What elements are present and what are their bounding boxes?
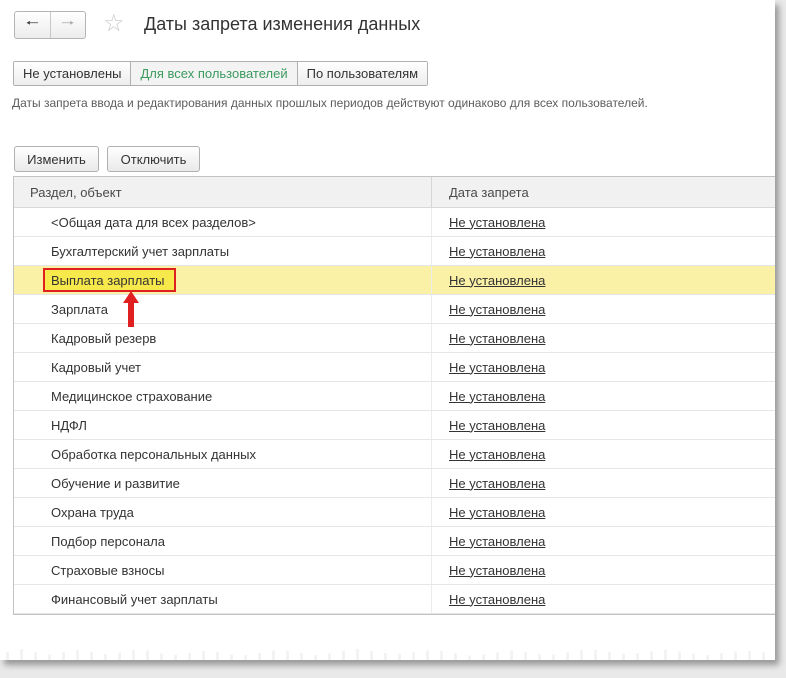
page-title: Даты запрета изменения данных (144, 14, 421, 34)
section-cell: Кадровый резерв (14, 324, 432, 352)
table-row[interactable]: НДФЛ Не установлена (14, 411, 775, 440)
table-row[interactable]: Обучение и развитие Не установлена (14, 469, 775, 498)
tab-by-users[interactable]: По пользователям (296, 62, 428, 85)
section-cell: <Общая дата для всех разделов> (14, 208, 432, 236)
table-row[interactable]: Подбор персонала Не установлена (14, 527, 775, 556)
section-cell: Зарплата (14, 295, 432, 323)
date-link[interactable]: Не установлена (432, 556, 545, 584)
section-cell: Бухгалтерский учет зарплаты (14, 237, 432, 265)
date-link[interactable]: Не установлена (432, 324, 545, 352)
section-label: Выплата зарплаты (51, 272, 165, 288)
date-link[interactable]: Не установлена (432, 498, 545, 526)
date-link[interactable]: Не установлена (432, 353, 545, 381)
section-cell: Выплата зарплаты (14, 266, 432, 294)
section-cell: Подбор персонала (14, 527, 432, 555)
section-cell: Обучение и развитие (14, 469, 432, 497)
forward-button[interactable]: 🠒 (49, 12, 86, 38)
disable-button[interactable]: Отключить (107, 146, 200, 172)
description-text: Даты запрета ввода и редактирования данн… (12, 96, 648, 110)
section-cell: Финансовый учет зарплаты (14, 585, 432, 613)
table-row[interactable]: Кадровый резерв Не установлена (14, 324, 775, 353)
section-cell: НДФЛ (14, 411, 432, 439)
date-link[interactable]: Не установлена (432, 440, 545, 468)
table-row[interactable]: <Общая дата для всех разделов> Не устано… (14, 208, 775, 237)
section-cell: Обработка персональных данных (14, 440, 432, 468)
date-link[interactable]: Не установлена (432, 585, 545, 613)
table-row[interactable]: Страховые взносы Не установлена (14, 556, 775, 585)
section-cell: Медицинское страхование (14, 382, 432, 410)
date-link[interactable]: Не установлена (432, 295, 545, 323)
table-row[interactable]: Медицинское страхование Не установлена (14, 382, 775, 411)
section-cell: Кадровый учет (14, 353, 432, 381)
table-row[interactable]: Финансовый учет зарплаты Не установлена (14, 585, 775, 614)
date-link[interactable]: Не установлена (432, 469, 545, 497)
back-button[interactable]: 🠐 (15, 12, 50, 38)
table-row[interactable]: Кадровый учет Не установлена (14, 353, 775, 382)
table-row[interactable]: Охрана труда Не установлена (14, 498, 775, 527)
date-link[interactable]: Не установлена (432, 411, 545, 439)
dates-table: Раздел, объект Дата запрета <Общая дата … (13, 176, 775, 615)
tab-not-set[interactable]: Не установлены (14, 62, 131, 85)
tab-bar: Не установлены Для всех пользователей По… (13, 61, 429, 86)
navigation-buttons: 🠐 🠒 (14, 11, 86, 39)
section-cell: Охрана труда (14, 498, 432, 526)
table-row[interactable]: Обработка персональных данных Не установ… (14, 440, 775, 469)
table-row[interactable]: Бухгалтерский учет зарплаты Не установле… (14, 237, 775, 266)
red-arrow-icon (123, 291, 139, 327)
column-header-date[interactable]: Дата запрета (432, 177, 529, 207)
date-link[interactable]: Не установлена (432, 382, 545, 410)
window: 🠐 🠒 ☆ Даты запрета изменения данных Не у… (0, 0, 775, 660)
date-link[interactable]: Не установлена (432, 237, 545, 265)
date-link[interactable]: Не установлена (432, 266, 545, 294)
column-header-section[interactable]: Раздел, объект (14, 177, 432, 207)
arrow-right-icon: 🠒 (61, 14, 75, 32)
section-cell: Страховые взносы (14, 556, 432, 584)
star-icon[interactable]: ☆ (103, 11, 125, 37)
tab-all-users[interactable]: Для всех пользователей (130, 62, 297, 85)
edit-button[interactable]: Изменить (14, 146, 99, 172)
date-link[interactable]: Не установлена (432, 208, 545, 236)
date-link[interactable]: Не установлена (432, 527, 545, 555)
table-header: Раздел, объект Дата запрета (14, 177, 775, 208)
arrow-left-icon: 🠐 (25, 14, 39, 32)
